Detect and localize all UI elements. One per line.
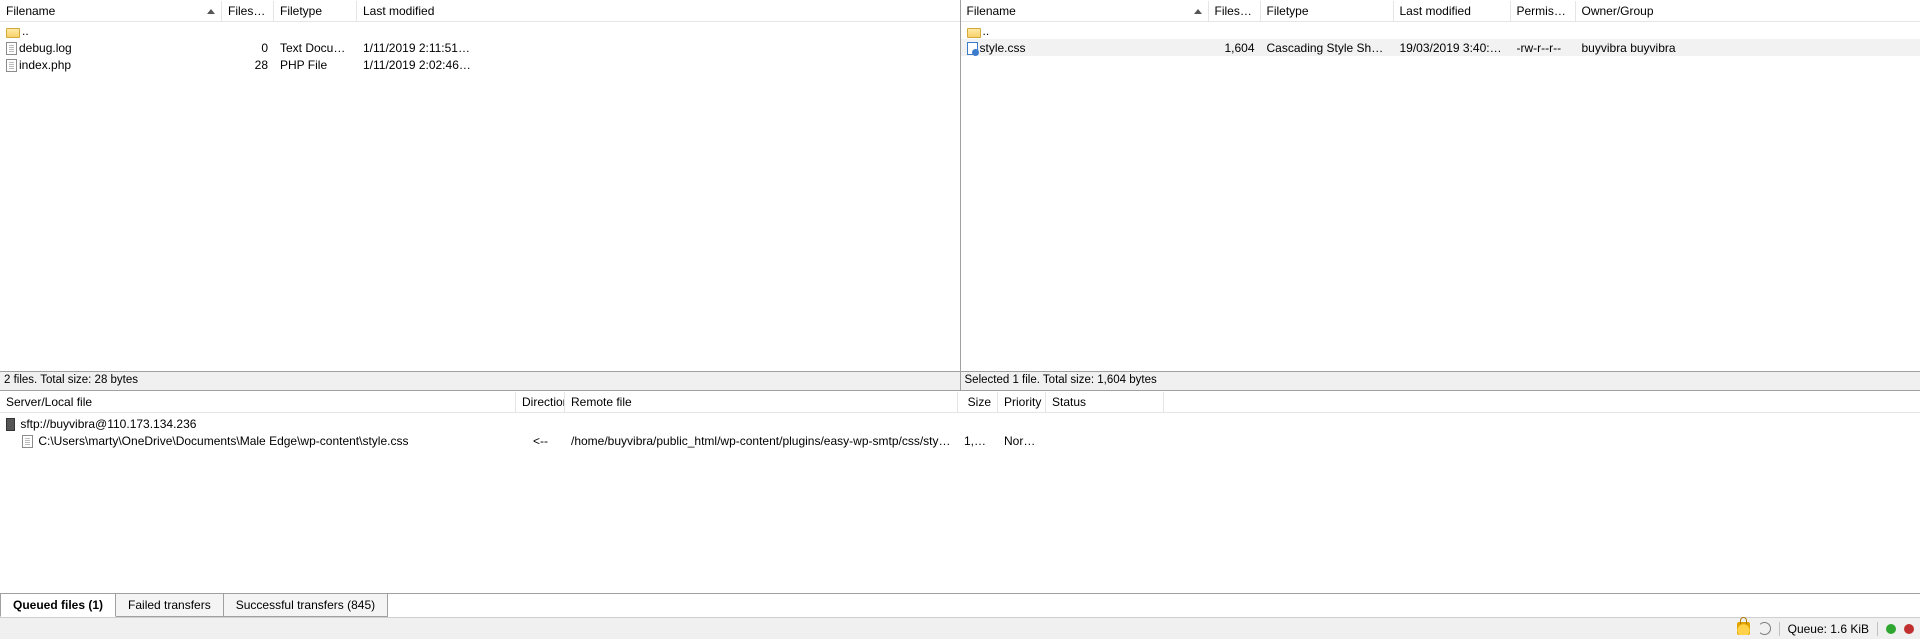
- col-filesize[interactable]: Filesize: [1209, 1, 1261, 21]
- col-server-local-file[interactable]: Server/Local file: [0, 392, 516, 412]
- file-size: [1209, 30, 1261, 32]
- col-direction[interactable]: Direction: [516, 392, 565, 412]
- css-icon: [967, 42, 978, 55]
- file-row[interactable]: debug.log 0Text Document1/11/2019 2:11:51…: [0, 39, 960, 56]
- col-size[interactable]: Size: [958, 392, 998, 412]
- queue-size-label: Queue: 1.6 KiB: [1788, 622, 1869, 636]
- transfer-queue: Server/Local file Direction Remote file …: [0, 391, 1920, 617]
- lock-icon[interactable]: [1737, 622, 1750, 635]
- local-file-list[interactable]: .. debug.log 0Text Document1/11/2019 2:11:…: [0, 22, 960, 371]
- col-filesize[interactable]: Filesize: [222, 1, 274, 21]
- queue-header: Server/Local file Direction Remote file …: [0, 391, 1920, 413]
- file-name: debug.log: [19, 41, 72, 55]
- file-modified: 19/03/2019 3:40:43 PM: [1394, 40, 1511, 56]
- file-name: ..: [983, 24, 990, 38]
- tab-failed-transfers[interactable]: Failed transfers: [115, 594, 224, 617]
- file-permissions: -rw-r--r--: [1511, 40, 1576, 56]
- file-modified: [1394, 30, 1511, 32]
- queue-remote-path: /home/buyvibra/public_html/wp-content/pl…: [565, 434, 958, 448]
- file-modified: 1/11/2019 2:02:46 PM: [357, 57, 477, 73]
- file-type: [274, 30, 357, 32]
- remote-file-list[interactable]: .. style.css 1,604Cascading Style Sheet Do…: [961, 22, 1920, 371]
- file-name: style.css: [980, 41, 1026, 55]
- col-last-modified[interactable]: Last modified: [357, 1, 477, 21]
- status-dot-green[interactable]: [1886, 624, 1896, 634]
- tab-successful-transfers[interactable]: Successful transfers (845): [223, 594, 388, 617]
- tab-queued-files[interactable]: Queued files (1): [0, 594, 116, 617]
- statusbar-separator: [1877, 622, 1878, 636]
- file-name: ..: [22, 24, 29, 38]
- file-size: [222, 30, 274, 32]
- queue-direction: <--: [516, 434, 565, 448]
- queue-body[interactable]: sftp://buyvibra@110.173.134.236 C:\Users…: [0, 413, 1920, 593]
- sync-icon[interactable]: [1758, 622, 1771, 635]
- statusbar-separator: [1779, 622, 1780, 636]
- doc-icon: [6, 59, 17, 72]
- file-row[interactable]: style.css 1,604Cascading Style Sheet Doc.…: [961, 39, 1920, 56]
- file-row[interactable]: ..: [0, 22, 960, 39]
- file-type: Cascading Style Sheet Doc...: [1261, 40, 1394, 56]
- col-priority[interactable]: Priority: [998, 392, 1046, 412]
- col-status[interactable]: Status: [1046, 392, 1164, 412]
- queue-tabs: Queued files (1) Failed transfers Succes…: [0, 593, 1920, 617]
- queue-priority: Normal: [998, 434, 1046, 448]
- queue-server-row[interactable]: sftp://buyvibra@110.173.134.236: [0, 415, 1920, 432]
- server-icon: [6, 418, 15, 431]
- col-remote-file[interactable]: Remote file: [565, 392, 958, 412]
- col-filetype[interactable]: Filetype: [274, 1, 357, 21]
- col-filename[interactable]: Filename: [961, 1, 1209, 21]
- file-modified: 1/11/2019 2:11:51 PM: [357, 40, 477, 56]
- remote-status-bar: Selected 1 file. Total size: 1,604 bytes: [961, 371, 1920, 390]
- file-owner: [1576, 30, 1696, 32]
- queue-item-row[interactable]: C:\Users\marty\OneDrive\Documents\Male E…: [0, 432, 1920, 449]
- file-owner: buyvibra buyvibra: [1576, 40, 1696, 56]
- doc-icon: [6, 42, 17, 55]
- local-file-header: Filename Filesize Filetype Last modified: [0, 0, 960, 22]
- app-statusbar: Queue: 1.6 KiB: [0, 617, 1920, 639]
- remote-file-header: Filename Filesize Filetype Last modified…: [961, 0, 1920, 22]
- col-last-modified[interactable]: Last modified: [1394, 1, 1511, 21]
- file-type: [1261, 30, 1394, 32]
- file-size: 28: [222, 57, 274, 73]
- col-owner-group[interactable]: Owner/Group: [1576, 1, 1696, 21]
- folder-icon: [967, 28, 981, 38]
- file-type: Text Document: [274, 40, 357, 56]
- col-filetype[interactable]: Filetype: [1261, 1, 1394, 21]
- col-permissions[interactable]: Permissions: [1511, 1, 1576, 21]
- folder-icon: [6, 28, 20, 38]
- local-panel: Filename Filesize Filetype Last modified…: [0, 0, 961, 390]
- queue-size: 1,604: [958, 434, 998, 448]
- status-dot-red[interactable]: [1904, 624, 1914, 634]
- remote-panel: Filename Filesize Filetype Last modified…: [961, 0, 1920, 390]
- file-size: 0: [222, 40, 274, 56]
- file-modified: [357, 30, 477, 32]
- local-status-bar: 2 files. Total size: 28 bytes: [0, 371, 960, 390]
- file-size: 1,604: [1209, 40, 1261, 56]
- file-row[interactable]: index.php 28PHP File1/11/2019 2:02:46 PM: [0, 56, 960, 73]
- file-row[interactable]: ..: [961, 22, 1920, 39]
- file-name: index.php: [19, 58, 71, 72]
- server-label: sftp://buyvibra@110.173.134.236: [20, 417, 196, 431]
- file-permissions: [1511, 30, 1576, 32]
- file-icon: [22, 435, 33, 448]
- file-type: PHP File: [274, 57, 357, 73]
- col-filename[interactable]: Filename: [0, 1, 222, 21]
- queue-local-path: C:\Users\marty\OneDrive\Documents\Male E…: [38, 434, 408, 448]
